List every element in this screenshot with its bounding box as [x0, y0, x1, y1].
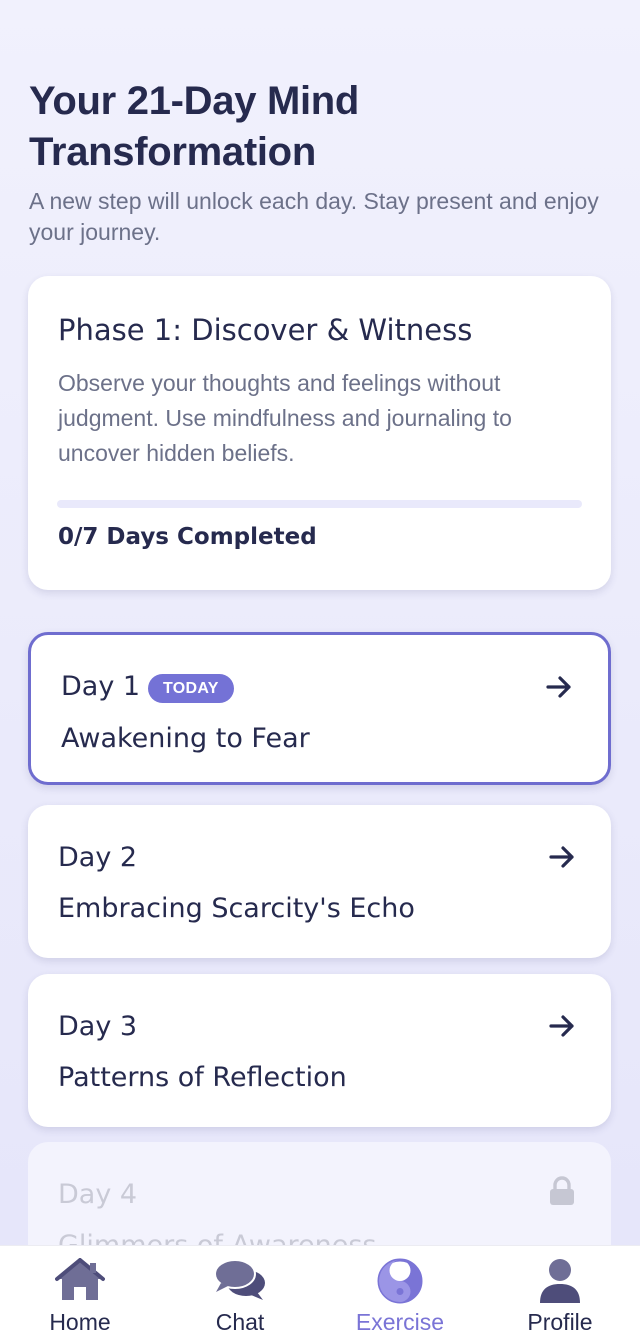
- phase-title: Phase 1: Discover & Witness: [58, 313, 473, 347]
- lock-icon: [550, 1176, 574, 1205]
- day-label: Day 3: [58, 1011, 138, 1042]
- phase-progress-bar: [57, 500, 582, 508]
- exercise-screen: Your 21-Day Mind Transformation A new st…: [0, 0, 640, 1245]
- chat-icon: [214, 1259, 265, 1300]
- today-badge: TODAY: [148, 674, 234, 703]
- day-title: Glimmers of Awareness: [58, 1226, 538, 1245]
- yin-yang-icon: [377, 1258, 423, 1304]
- arrow-right-icon[interactable]: [548, 843, 576, 871]
- phase-progress-label: 0/7 Days Completed: [58, 524, 317, 550]
- day-label: Day 4: [58, 1179, 138, 1210]
- nav-profile[interactable]: Profile: [480, 1246, 640, 1337]
- nav-label: Exercise: [355, 1309, 445, 1335]
- nav-exercise[interactable]: Exercise: [320, 1246, 480, 1337]
- day-label: Day 2: [58, 842, 138, 873]
- day-title: Embracing Scarcity's Echo: [58, 893, 415, 924]
- day-card-1[interactable]: Day 1 TODAY Awakening to Fear: [28, 632, 611, 785]
- user-icon: [540, 1259, 580, 1303]
- nav-label: Profile: [527, 1309, 593, 1335]
- phase-description: Observe your thoughts and feelings witho…: [58, 370, 512, 466]
- day-card-4-locked: Day 4 Glimmers of Awareness: [28, 1142, 611, 1245]
- page-subtitle: A new step will unlock each day. Stay pr…: [29, 188, 599, 245]
- nav-chat[interactable]: Chat: [160, 1246, 320, 1337]
- day-title: Patterns of Reflection: [58, 1062, 347, 1093]
- bottom-nav: Home Chat Exercise Profile: [0, 1245, 640, 1337]
- arrow-right-icon[interactable]: [545, 673, 573, 701]
- day-card-2[interactable]: Day 2 Embracing Scarcity's Echo: [28, 805, 611, 958]
- nav-home[interactable]: Home: [0, 1246, 160, 1337]
- day-title: Awakening to Fear: [61, 723, 310, 754]
- day-label: Day 1: [61, 671, 141, 702]
- arrow-right-icon[interactable]: [548, 1012, 576, 1040]
- page-title: Your 21-Day Mind Transformation: [29, 79, 360, 174]
- day-card-3[interactable]: Day 3 Patterns of Reflection: [28, 974, 611, 1127]
- home-icon: [55, 1258, 105, 1300]
- nav-label: Home: [49, 1309, 111, 1335]
- phase-card: Phase 1: Discover & Witness Observe your…: [28, 276, 611, 590]
- nav-label: Chat: [215, 1309, 265, 1335]
